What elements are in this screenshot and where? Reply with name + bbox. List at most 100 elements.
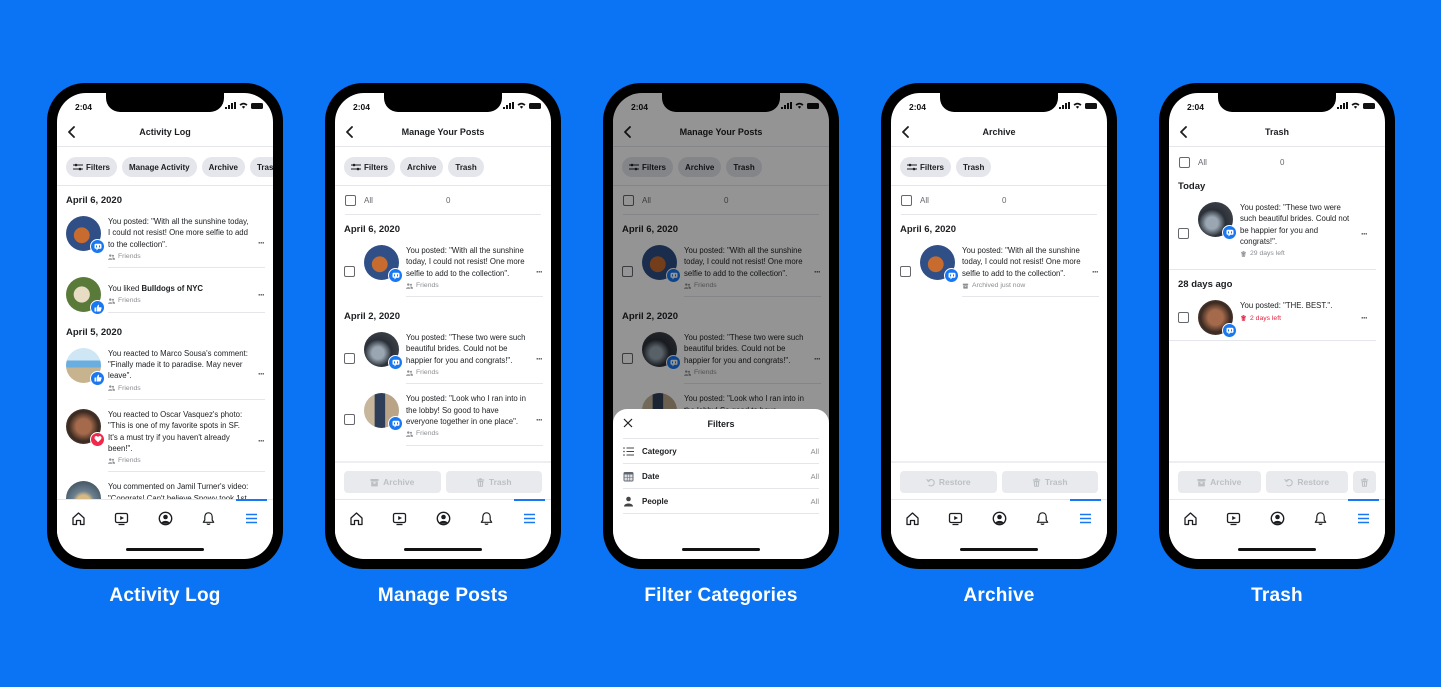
select-all-row[interactable]: All 0 [1179,148,1375,177]
avatar [66,216,105,254]
select-all-checkbox[interactable] [1179,157,1190,168]
post-text: You posted: "These two were such beautif… [406,333,526,365]
tab-home[interactable] [1169,500,1212,537]
tab-home[interactable] [57,500,100,537]
tab-watch[interactable] [100,500,143,537]
tab-home[interactable] [891,500,934,537]
filter-value: All [810,496,819,506]
archive-button[interactable]: Archive [344,471,441,493]
archive-chip[interactable]: Archive [201,157,245,177]
more-options-icon[interactable]: ··· [536,354,543,364]
delete-button[interactable] [1353,471,1376,493]
post-checkbox[interactable] [344,265,355,277]
more-options-icon[interactable]: ··· [258,436,265,446]
post-checkbox[interactable] [344,352,355,364]
post-badge-icon [388,355,403,371]
tab-watch[interactable] [934,500,977,537]
avatar [364,332,403,371]
filters-chip[interactable]: Filters [344,157,396,177]
tab-menu[interactable] [508,499,551,537]
trash-chip[interactable]: Trash [956,157,992,177]
archive-button[interactable]: Archive [1178,471,1261,493]
select-all-row[interactable]: All 0 [345,186,541,215]
restore-button[interactable]: Restore [900,471,997,493]
more-options-icon[interactable]: ··· [536,415,543,425]
like-badge-icon [90,370,105,386]
tab-profile[interactable] [143,500,186,537]
trash-button[interactable]: Trash [1001,471,1098,493]
trash-button[interactable]: Trash [445,471,542,493]
sliders-icon [73,163,83,171]
activity-item[interactable]: You reacted to Oscar Vasquez's photo: "T… [57,405,273,477]
tab-menu[interactable] [230,499,273,537]
tab-notifications[interactable] [187,500,230,537]
trashed-item[interactable]: You posted: "THE. BEST.". 2 days left ··… [1169,296,1376,342]
trash-chip[interactable]: Trash [448,157,484,177]
home-indicator [682,548,760,551]
page-name[interactable]: Bulldogs of NYC [142,284,204,293]
more-options-icon[interactable]: ··· [258,290,265,300]
tab-watch[interactable] [378,500,421,537]
activity-text: You reacted to Marco Sousa's comment: "F… [108,348,248,381]
activity-item[interactable]: You commented on Jamil Turner's video: "… [57,477,273,499]
tab-profile[interactable] [421,500,464,537]
post-checkbox[interactable] [344,413,355,425]
tab-notifications[interactable] [465,500,508,537]
archive-chip[interactable]: Archive [400,157,444,177]
tab-menu[interactable] [1342,499,1385,537]
select-all-checkbox[interactable] [901,194,912,206]
post-checkbox[interactable] [1178,227,1189,239]
post-item[interactable]: You posted: "With all the sunshine today… [335,241,551,302]
filter-row-people[interactable]: People All [623,489,819,514]
more-options-icon[interactable]: ··· [258,238,265,248]
nav-bar: Manage Your Posts [335,119,551,147]
select-all-row[interactable]: All 0 [901,186,1097,215]
tab-notifications[interactable] [1299,500,1342,537]
archive-icon [370,478,379,487]
video-icon [114,511,129,526]
restore-button[interactable]: Restore [1265,471,1348,493]
manage-activity-chip[interactable]: Manage Activity [122,157,197,177]
tab-profile[interactable] [977,500,1020,537]
wifi-icon [1073,102,1082,109]
archived-status: Archived just now [972,281,1026,289]
activity-item[interactable]: You reacted to Marco Sousa's comment: "F… [57,344,273,405]
archived-item[interactable]: You posted: "With all the sunshine today… [891,241,1107,302]
select-all-checkbox[interactable] [345,194,356,206]
caption-trash: Trash [1251,585,1303,606]
friends-icon [406,370,413,376]
filter-row-date[interactable]: Date All [623,464,819,489]
activity-item[interactable]: You liked Bulldogs of NYC Friends ··· [57,273,273,318]
post-item[interactable]: You posted: "Look who I ran into in the … [335,389,551,450]
tab-bar [891,499,1107,537]
post-checkbox[interactable] [1178,312,1189,324]
tab-profile[interactable] [1255,500,1298,537]
tab-watch[interactable] [1212,500,1255,537]
filters-chip[interactable]: Filters [900,157,952,177]
more-options-icon[interactable]: ··· [1361,313,1368,323]
filter-row-category[interactable]: Category All [623,439,819,464]
select-all-label: All [1198,158,1207,167]
selected-count: 0 [446,195,451,205]
tab-notifications[interactable] [1021,500,1064,537]
post-item[interactable]: You posted: "These two were such beautif… [335,328,551,389]
menu-icon [244,511,259,526]
friends-icon [108,458,115,464]
page-title: Trash [1264,127,1289,137]
trashed-item[interactable]: You posted: "These two were such beautif… [1169,198,1376,271]
tab-menu[interactable] [1064,499,1107,537]
close-icon[interactable] [623,418,633,428]
tab-home[interactable] [335,500,378,537]
filters-chip[interactable]: Filters [66,157,118,177]
menu-icon [1078,511,1093,526]
activity-item[interactable]: You posted: "With all the sunshine today… [57,212,273,273]
more-options-icon[interactable]: ··· [1361,229,1368,239]
nav-bar: Trash [1169,119,1385,147]
more-options-icon[interactable]: ··· [258,369,265,379]
more-options-icon[interactable]: ··· [1092,267,1099,277]
avatar [1198,300,1237,339]
more-options-icon[interactable]: ··· [536,267,543,277]
post-checkbox[interactable] [900,265,911,277]
trash-chip[interactable]: Trash [249,157,273,177]
post-badge-icon [944,268,959,283]
